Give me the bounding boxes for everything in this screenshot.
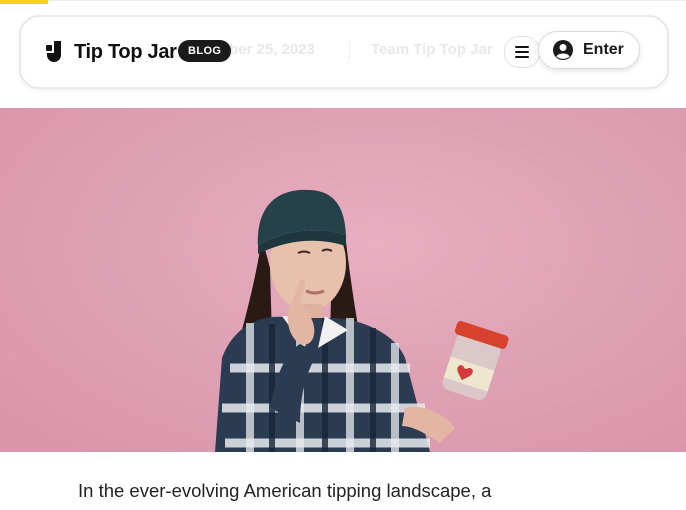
blog-badge[interactable]: BLOG	[178, 40, 232, 62]
post-author: Team Tip Top Jar	[371, 41, 493, 58]
enter-button[interactable]: Enter	[538, 31, 640, 69]
article-first-line: In the ever-evolving American tipping la…	[78, 480, 492, 501]
site-header: Tip Top Jar ber 25, 2023 Team Tip Top Ja…	[19, 15, 669, 89]
enter-label: Enter	[583, 41, 624, 58]
woman-holding-tip-jar-illustration	[215, 189, 509, 452]
post-date: ber 25, 2023	[229, 41, 315, 58]
logo-text: Tip Top Jar	[74, 40, 177, 63]
top-border	[0, 0, 686, 1]
reading-progress-bar	[0, 0, 48, 4]
site-logo[interactable]: Tip Top Jar	[46, 40, 177, 64]
user-circle-icon	[553, 40, 573, 60]
logo-mark-icon	[46, 41, 61, 62]
hero-image	[0, 108, 686, 452]
menu-button[interactable]	[504, 36, 540, 68]
meta-divider	[349, 41, 350, 61]
hamburger-menu-icon	[515, 46, 529, 58]
